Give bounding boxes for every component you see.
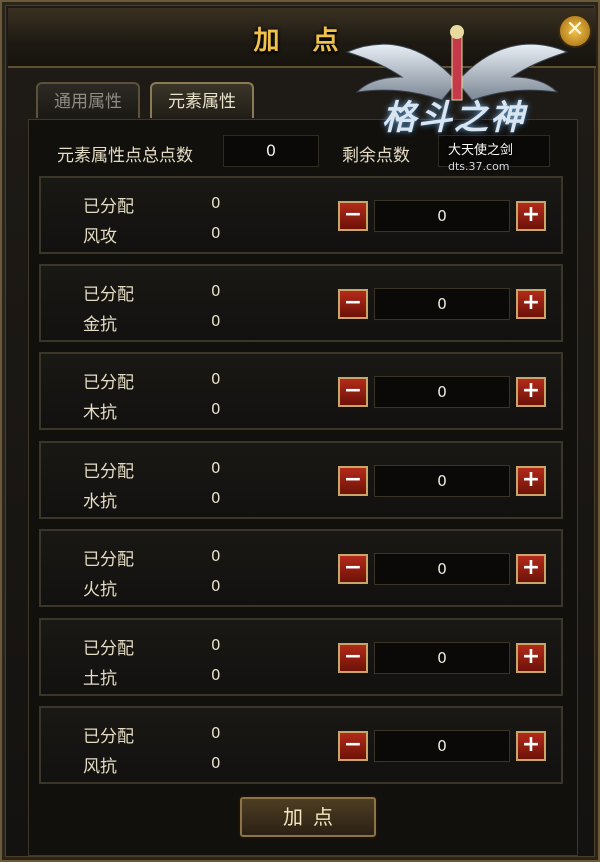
remaining-points-label: 剩余点数 — [342, 146, 410, 166]
allocated-value: 0 — [211, 194, 221, 212]
increase-button[interactable]: + — [516, 466, 546, 496]
allocated-value: 0 — [211, 724, 221, 742]
allocated-label: 已分配 — [83, 727, 134, 747]
stat-label: 金抗 — [83, 315, 117, 335]
allocated-value: 0 — [211, 547, 221, 565]
total-element-points-value: 0 — [223, 135, 319, 167]
decrease-button[interactable]: − — [338, 554, 368, 584]
tab-general-attributes[interactable]: 通用属性 — [36, 82, 140, 118]
increase-button[interactable]: + — [516, 377, 546, 407]
allocated-value: 0 — [211, 636, 221, 654]
stat-label: 水抗 — [83, 492, 117, 512]
logo-url: dts.37.com — [448, 160, 510, 173]
points-input[interactable]: 0 — [374, 376, 510, 408]
decrease-button[interactable]: − — [338, 377, 368, 407]
points-input[interactable]: 0 — [374, 288, 510, 320]
allocated-label: 已分配 — [83, 197, 134, 217]
increase-button[interactable]: + — [516, 731, 546, 761]
stat-value: 0 — [211, 312, 221, 330]
stat-value: 0 — [211, 577, 221, 595]
points-input[interactable]: 0 — [374, 730, 510, 762]
tab-element-attributes[interactable]: 元素属性 — [150, 82, 254, 118]
points-input[interactable]: 0 — [374, 642, 510, 674]
increase-button[interactable]: + — [516, 643, 546, 673]
stat-value: 0 — [211, 489, 221, 507]
window-title: 加 点 — [253, 26, 351, 56]
points-input[interactable]: 0 — [374, 465, 510, 497]
allocated-label: 已分配 — [83, 285, 134, 305]
add-points-window: 加 点 ✕ 通用属性 元素属性 元素属性点总点数 0 剩余点数 格斗之神 大天使… — [0, 0, 600, 862]
attribute-row-wind-attack: 已分配 0 风攻 0 − 0 + — [39, 176, 563, 254]
decrease-button[interactable]: − — [338, 289, 368, 319]
stat-label: 火抗 — [83, 580, 117, 600]
stat-value: 0 — [211, 224, 221, 242]
increase-button[interactable]: + — [516, 201, 546, 231]
decrease-button[interactable]: − — [338, 201, 368, 231]
increase-button[interactable]: + — [516, 289, 546, 319]
stat-value: 0 — [211, 666, 221, 684]
allocated-value: 0 — [211, 282, 221, 300]
increase-button[interactable]: + — [516, 554, 546, 584]
points-input[interactable]: 0 — [374, 200, 510, 232]
attribute-row-earth-resist: 已分配 0 土抗 0 − 0 + — [39, 618, 563, 696]
attribute-row-metal-resist: 已分配 0 金抗 0 − 0 + — [39, 264, 563, 342]
attribute-row-fire-resist: 已分配 0 火抗 0 − 0 + — [39, 529, 563, 607]
stat-value: 0 — [211, 754, 221, 772]
points-input[interactable]: 0 — [374, 553, 510, 585]
decrease-button[interactable]: − — [338, 643, 368, 673]
attribute-row-water-resist: 已分配 0 水抗 0 − 0 + — [39, 441, 563, 519]
stat-value: 0 — [211, 400, 221, 418]
close-icon[interactable]: ✕ — [558, 14, 592, 48]
attribute-row-wood-resist: 已分配 0 木抗 0 − 0 + — [39, 352, 563, 430]
allocated-label: 已分配 — [83, 639, 134, 659]
allocated-label: 已分配 — [83, 550, 134, 570]
logo-subtitle: 大天使之剑 — [448, 143, 514, 158]
decrease-button[interactable]: − — [338, 466, 368, 496]
stat-label: 土抗 — [83, 669, 117, 689]
logo-title: 格斗之神 — [382, 98, 526, 138]
allocated-label: 已分配 — [83, 462, 134, 482]
stat-label: 木抗 — [83, 403, 117, 423]
allocated-value: 0 — [211, 370, 221, 388]
allocated-value: 0 — [211, 459, 221, 477]
allocated-label: 已分配 — [83, 373, 134, 393]
decrease-button[interactable]: − — [338, 731, 368, 761]
add-points-button[interactable]: 加点 — [240, 797, 376, 837]
total-element-points-label: 元素属性点总点数 — [57, 146, 193, 166]
stat-label: 风攻 — [83, 227, 117, 247]
attribute-row-wind-resist: 已分配 0 风抗 0 − 0 + — [39, 706, 563, 784]
stat-label: 风抗 — [83, 757, 117, 777]
